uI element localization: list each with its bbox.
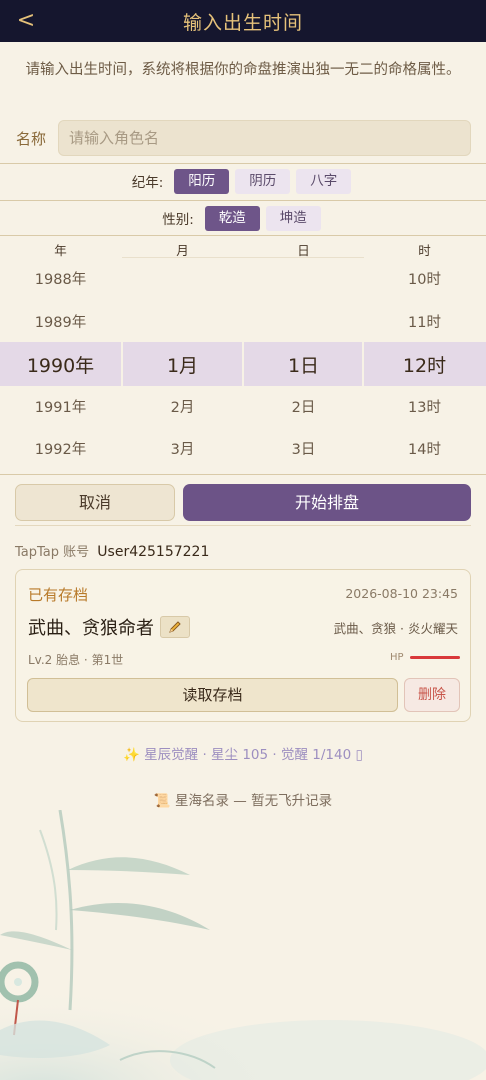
- start-chart-button[interactable]: 开始排盘: [183, 484, 471, 521]
- divider: [15, 525, 471, 526]
- hour-selected[interactable]: 12时: [364, 351, 485, 378]
- calendar-option-lunar[interactable]: 阴历: [235, 168, 291, 194]
- hp-bar: [410, 656, 460, 659]
- calendar-label: 纪年:: [131, 175, 164, 191]
- gender-option-female[interactable]: 坤造: [265, 205, 321, 231]
- save-title: 已有存档: [28, 586, 89, 604]
- save-card: 已有存档 2026-08-10 23:45 武曲、贪狼命者 武曲、贪狼 · 炎火…: [15, 569, 471, 722]
- gender-label: 性别:: [162, 212, 194, 228]
- column-header-hour: 时: [418, 243, 431, 258]
- day-selected[interactable]: 1日: [243, 351, 364, 378]
- divider: [0, 200, 486, 201]
- save-level: Lv.2 胎息 · 第1世: [28, 653, 124, 667]
- hour-option[interactable]: 13时: [364, 396, 485, 417]
- account-label: TapTap 账号: [15, 545, 90, 560]
- year-selected[interactable]: 1990年: [0, 351, 121, 378]
- month-selected[interactable]: 1月: [122, 351, 243, 378]
- month-option[interactable]: 3月: [122, 438, 243, 459]
- year-option[interactable]: 1989年: [0, 311, 121, 332]
- account-info: TapTap 账号 User425157221: [15, 541, 209, 560]
- month-option[interactable]: 2月: [122, 396, 243, 417]
- hall-of-fame-status[interactable]: 📜 星海名录 — 暂无飞升记录: [0, 789, 486, 809]
- pencil-icon[interactable]: [160, 616, 190, 638]
- character-name: 武曲、贪狼命者: [28, 618, 154, 639]
- gender-row: 性别: 乾造 坤造: [0, 203, 486, 233]
- load-save-button[interactable]: 读取存档: [27, 678, 398, 712]
- cancel-button[interactable]: 取消: [15, 484, 175, 521]
- divider: [0, 163, 486, 164]
- day-option[interactable]: 2日: [243, 396, 364, 417]
- year-option[interactable]: 1992年: [0, 438, 121, 459]
- name-label: 名称: [16, 129, 47, 148]
- column-header-year: 年: [54, 243, 67, 258]
- year-option[interactable]: 1991年: [0, 396, 121, 417]
- divider: [0, 474, 486, 475]
- hour-option[interactable]: 10时: [364, 268, 485, 289]
- back-button[interactable]: <: [14, 6, 38, 36]
- character-name-row: 武曲、贪狼命者: [28, 614, 190, 640]
- pencil-icon-graphic: [169, 621, 181, 633]
- decorative-ink-art: [0, 810, 486, 1080]
- star-awakening-status[interactable]: ✨ 星辰觉醒 · 星尘 105 · 觉醒 1/140 ▯: [0, 743, 486, 763]
- account-user-id: User425157221: [97, 544, 210, 560]
- save-tags: 武曲、贪狼 · 炎火耀天: [333, 621, 458, 636]
- gender-option-male[interactable]: 乾造: [204, 205, 260, 231]
- page-title: 输入出生时间: [182, 11, 303, 34]
- divider: [0, 235, 486, 236]
- name-row: 名称: [16, 119, 471, 157]
- name-input[interactable]: [58, 120, 471, 156]
- hp-bar-fill: [410, 656, 460, 659]
- calendar-option-solar[interactable]: 阳历: [174, 168, 230, 194]
- hour-option[interactable]: 14时: [364, 438, 485, 459]
- delete-save-button[interactable]: 删除: [404, 678, 460, 712]
- calendar-row: 纪年: 阳历 阴历 八字: [0, 166, 486, 196]
- hp-label: HP: [390, 652, 404, 663]
- calendar-option-bazi[interactable]: 八字: [296, 168, 352, 194]
- hour-option[interactable]: 11时: [364, 311, 485, 332]
- intro-text: 请输入出生时间，系统将根据你的命盘推演出独一无二的命格属性。: [25, 62, 461, 78]
- save-date: 2026-08-10 23:45: [345, 586, 458, 601]
- day-option[interactable]: 3日: [243, 438, 364, 459]
- year-option[interactable]: 1988年: [0, 268, 121, 289]
- top-bar: < 输入出生时间: [0, 0, 486, 42]
- column-header-underline: [122, 257, 364, 258]
